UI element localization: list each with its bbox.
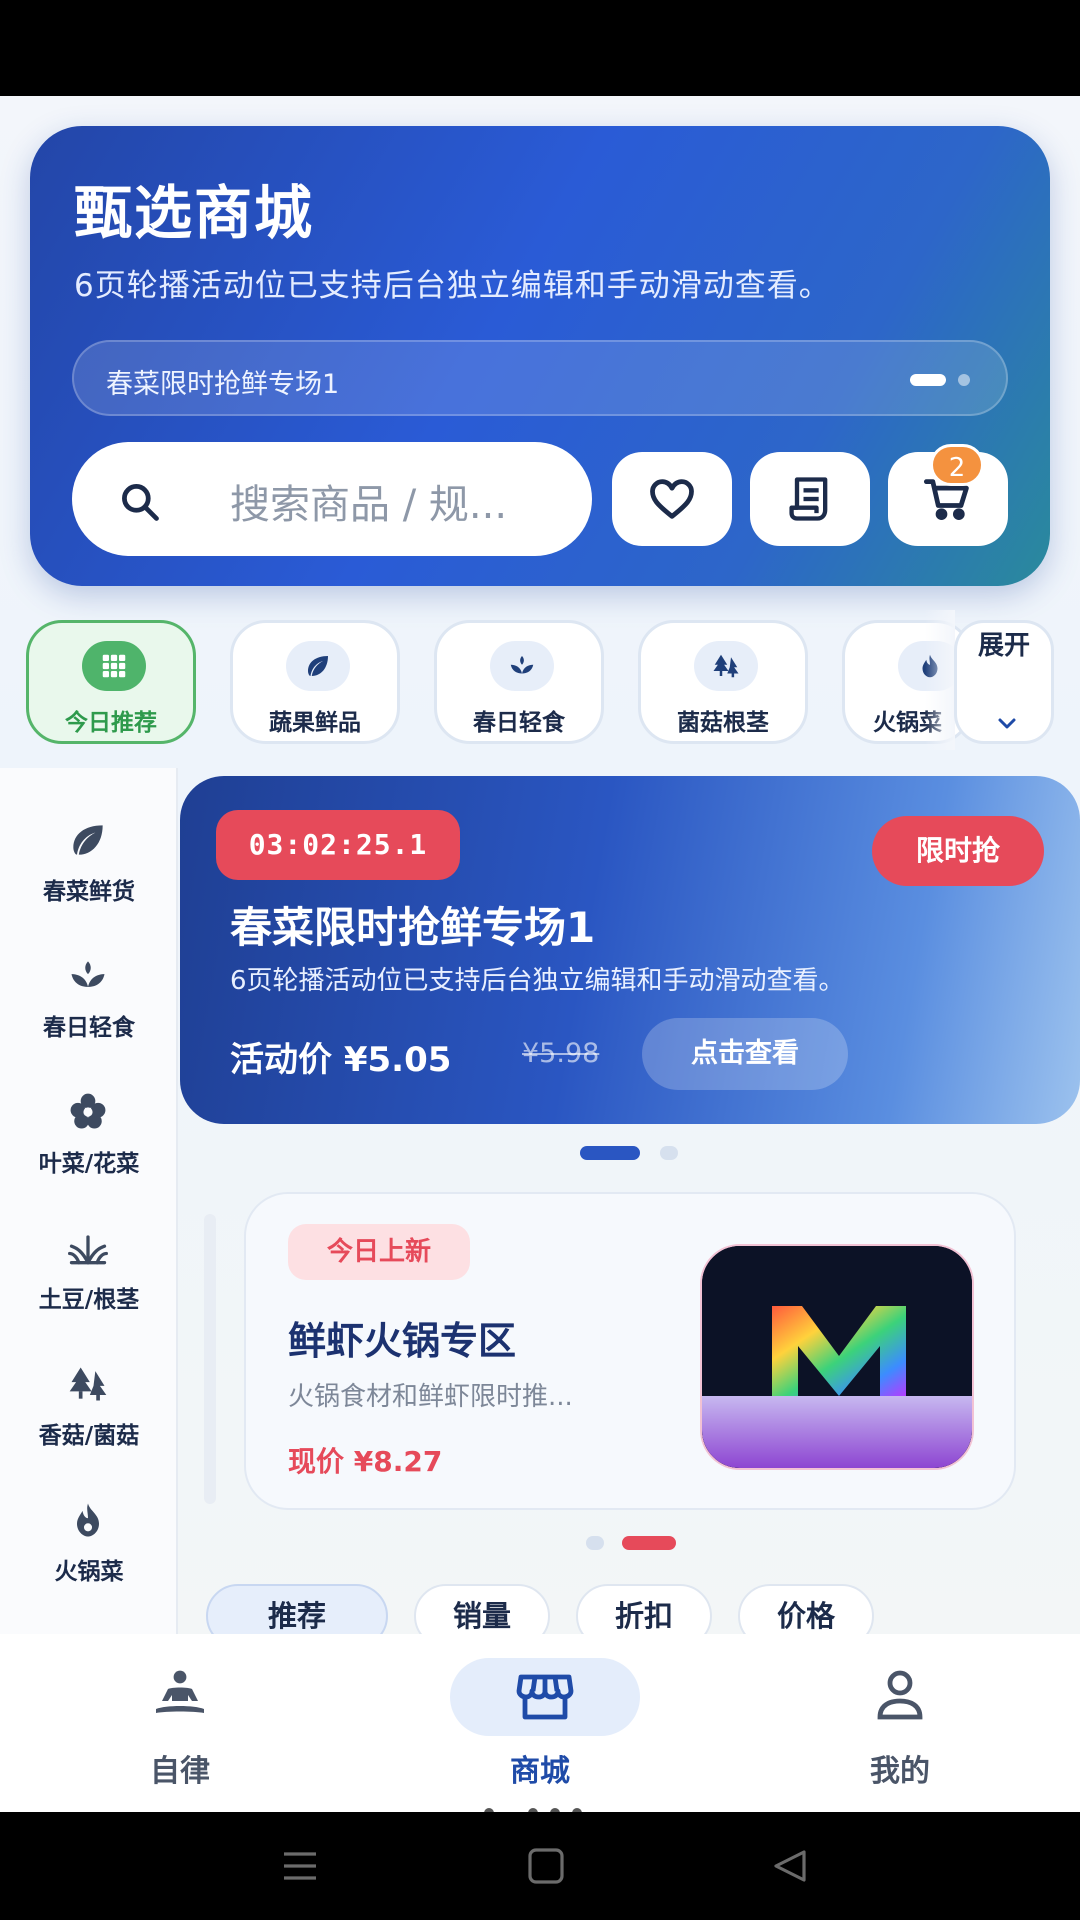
flash-old-price: ¥5.98 — [522, 1038, 600, 1069]
nav-store[interactable]: 商城 — [390, 1634, 690, 1812]
expand-categories-button[interactable]: 展开 — [954, 620, 1054, 744]
category-label: 菌菇根茎 — [677, 710, 769, 736]
nav-label: 商城 — [510, 1754, 570, 1789]
search-placeholder: 搜索商品 / 规... — [230, 482, 508, 528]
sidebar-item-label: 春日轻食 — [43, 1015, 135, 1041]
flash-sale-banner[interactable]: 03:02:25.1 限时抢 春菜限时抢鲜专场1 6页轮播活动位已支持后台独立编… — [180, 776, 1080, 1124]
product-price: 现价 ¥8.27 — [288, 1445, 443, 1478]
sidebar-item-potato[interactable]: 土豆/根茎 — [0, 1226, 178, 1336]
carousel-dot-active[interactable] — [580, 1146, 640, 1160]
app-logo-image — [702, 1246, 972, 1468]
carousel-dot[interactable] — [660, 1146, 678, 1160]
heart-icon — [650, 479, 694, 519]
flash-sale-tag: 限时抢 — [872, 816, 1044, 886]
sidebar-item-label: 叶菜/花菜 — [38, 1151, 140, 1177]
flash-price: 活动价 ¥5.05 — [230, 1040, 452, 1080]
ticker-dot — [958, 374, 970, 386]
sidebar-item-spring-light[interactable]: 春日轻食 — [0, 954, 178, 1064]
nav-mine[interactable]: 我的 — [750, 1634, 1050, 1812]
user-icon — [840, 1660, 960, 1730]
countdown-timer: 03:02:25.1 — [216, 810, 460, 880]
flash-title: 春菜限时抢鲜专场1 — [230, 903, 596, 952]
hero-subtitle: 6页轮播活动位已支持后台独立编辑和手动滑动查看。 — [74, 268, 831, 304]
sidebar-item-hotpot[interactable]: 火锅菜 — [0, 1498, 178, 1608]
meditation-icon — [120, 1660, 240, 1730]
ticker-text: 春菜限时抢鲜专场1 — [106, 369, 340, 400]
bottom-nav: 自律 商城 我的 — [0, 1634, 1080, 1812]
sidebar-item-label: 火锅菜 — [54, 1559, 124, 1585]
nav-self-discipline[interactable]: 自律 — [30, 1634, 330, 1812]
category-label: 今日推荐 — [65, 710, 157, 736]
new-arrival-tag: 今日上新 — [288, 1224, 470, 1280]
chevron-down-icon — [998, 718, 1016, 729]
product-card[interactable]: 今日上新 鲜虾火锅专区 火锅食材和鲜虾限时推... 现价 ¥8.27 — [244, 1192, 1016, 1510]
back-icon[interactable] — [766, 1842, 814, 1890]
trees-icon — [694, 641, 758, 691]
product-description: 火锅食材和鲜虾限时推... — [288, 1382, 573, 1412]
category-sidebar: 春菜鲜货 春日轻食 叶菜/花菜 土豆/根茎 香菇/菌菇 火锅菜 — [0, 768, 178, 1634]
sidebar-item-mushroom[interactable]: 香菇/菌菇 — [0, 1362, 178, 1472]
nav-label: 我的 — [870, 1754, 930, 1789]
grass-icon — [68, 1235, 108, 1265]
category-fruits-veg[interactable]: 蔬果鲜品 — [230, 620, 400, 744]
sprout-icon — [71, 961, 105, 987]
menu-icon[interactable] — [276, 1842, 324, 1890]
activity-ticker[interactable]: 春菜限时抢鲜专场1 — [72, 340, 1008, 416]
home-icon[interactable] — [522, 1842, 570, 1890]
category-label: 蔬果鲜品 — [269, 710, 361, 736]
category-today-recommend[interactable]: 今日推荐 — [26, 620, 196, 744]
grid-icon — [82, 641, 146, 691]
leaf-icon — [286, 641, 350, 691]
view-details-button[interactable]: 点击查看 — [642, 1018, 848, 1090]
cart-count-badge: 2 — [930, 444, 984, 486]
nav-label: 自律 — [150, 1754, 210, 1789]
system-nav-bar — [0, 1812, 1080, 1920]
carousel-dot[interactable] — [586, 1536, 604, 1550]
category-spring-light[interactable]: 春日轻食 — [434, 620, 604, 744]
carousel-dot-active[interactable] — [622, 1536, 676, 1550]
leaf-icon — [73, 825, 103, 855]
category-label: 春日轻食 — [473, 710, 565, 736]
flower-icon — [70, 1093, 106, 1129]
receipt-icon — [789, 477, 828, 521]
expand-label: 展开 — [977, 631, 1030, 661]
sidebar-item-spring-veg[interactable]: 春菜鲜货 — [0, 818, 178, 928]
search-icon — [122, 484, 159, 521]
sidebar-item-label: 香菇/菌菇 — [38, 1423, 140, 1449]
flash-subtitle: 6页轮播活动位已支持后台独立编辑和手动滑动查看。 — [230, 966, 845, 996]
sidebar-item-leafy[interactable]: 叶菜/花菜 — [0, 1090, 178, 1200]
ticker-dot-active — [910, 374, 946, 386]
status-bar — [0, 0, 1080, 96]
flame-icon — [77, 1503, 99, 1537]
category-mushroom-root[interactable]: 菌菇根茎 — [638, 620, 808, 744]
store-icon — [450, 1658, 640, 1736]
orders-button[interactable] — [750, 452, 870, 546]
sprout-icon — [490, 641, 554, 691]
page-title: 甄选商城 — [74, 179, 315, 247]
favorites-button[interactable] — [612, 452, 732, 546]
search-input[interactable]: 搜索商品 / 规... — [72, 442, 592, 556]
previous-card-edge — [204, 1214, 216, 1504]
product-title: 鲜虾火锅专区 — [288, 1319, 517, 1363]
product-image — [700, 1244, 974, 1470]
category-fade — [925, 610, 955, 750]
sidebar-item-label: 春菜鲜货 — [43, 879, 135, 905]
hero-banner: 甄选商城 6页轮播活动位已支持后台独立编辑和手动滑动查看。 春菜限时抢鲜专场1 … — [30, 126, 1050, 586]
trees-icon — [69, 1367, 107, 1401]
sidebar-item-label: 土豆/根茎 — [38, 1287, 140, 1313]
